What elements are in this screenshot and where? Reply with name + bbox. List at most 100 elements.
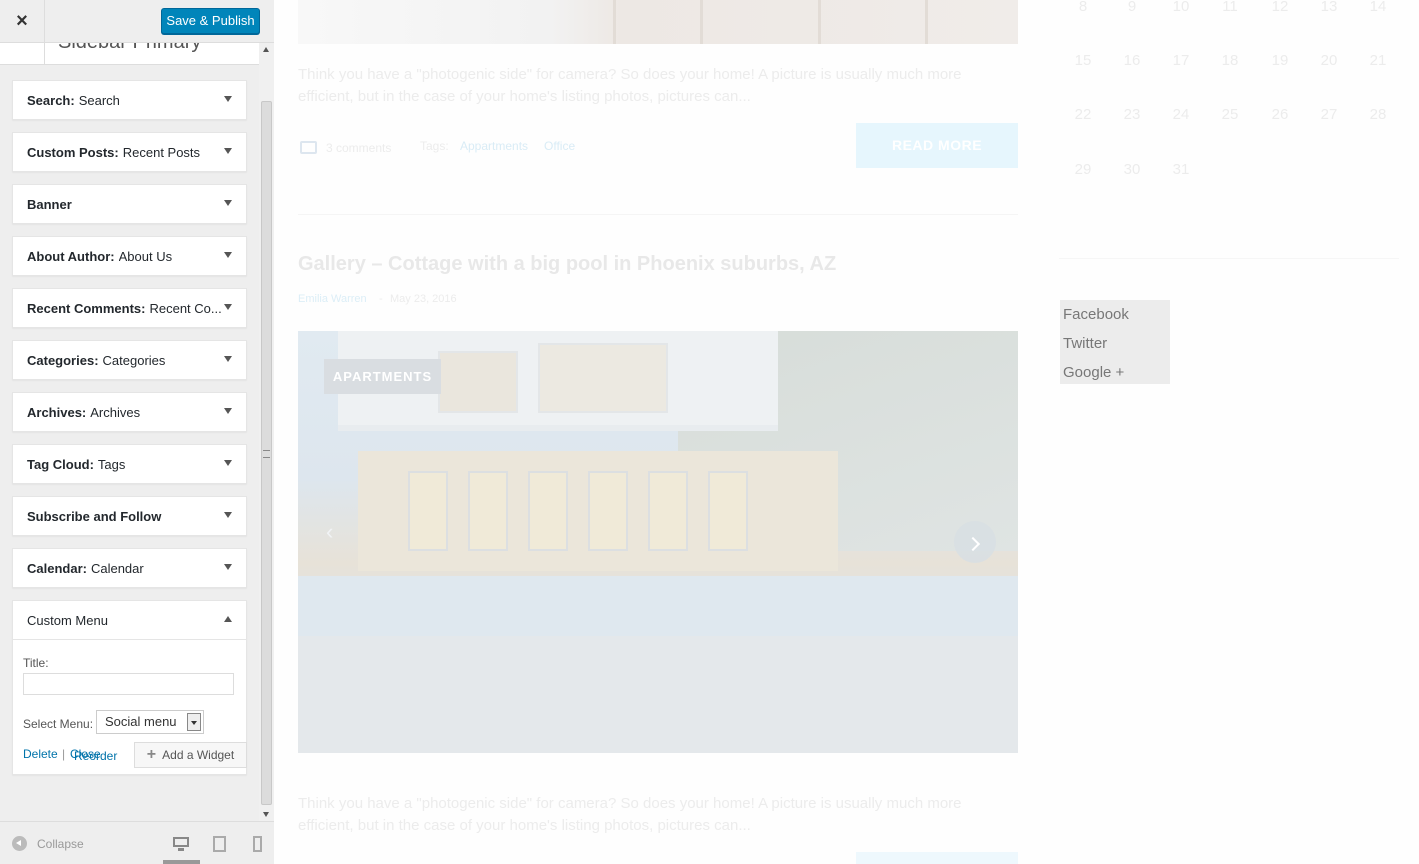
calendar-day[interactable]: 21 <box>1357 41 1399 81</box>
expand-arrow-icon[interactable] <box>224 252 232 258</box>
post-date: May 23, 2016 <box>390 293 457 305</box>
delete-link[interactable]: Delete <box>23 747 58 761</box>
comment-icon <box>300 141 317 154</box>
collapse-button[interactable]: Collapse <box>12 836 84 851</box>
chevron-left-icon[interactable]: ‹ <box>326 521 348 543</box>
expand-arrow-icon[interactable] <box>224 356 232 362</box>
calendar-day[interactable]: 28 <box>1357 95 1399 135</box>
calendar-day[interactable]: 12 <box>1259 0 1301 27</box>
widget-subscribe-follow[interactable]: Subscribe and Follow <box>12 496 247 536</box>
dropdown-arrow-icon[interactable] <box>187 713 201 731</box>
select-menu-value: Social menu <box>105 714 177 729</box>
scroll-down-icon[interactable] <box>263 812 269 817</box>
calendar-day[interactable]: 17 <box>1160 41 1202 81</box>
desktop-icon[interactable] <box>173 836 189 852</box>
expand-arrow-icon[interactable] <box>224 148 232 154</box>
meta-separator: - <box>379 293 383 305</box>
calendar-day[interactable]: 20 <box>1308 41 1350 81</box>
post-excerpt: Think you have a "photogenic side" for c… <box>298 795 962 834</box>
calendar-day[interactable]: 22 <box>1062 95 1104 135</box>
calendar-day[interactable]: 19 <box>1259 41 1301 81</box>
chair-shape <box>613 0 703 44</box>
widget-categories[interactable]: Categories: Categories <box>12 340 247 380</box>
expand-arrow-icon[interactable] <box>224 512 232 518</box>
calendar-day[interactable]: 27 <box>1308 95 1350 135</box>
post-title[interactable]: Gallery – Cottage with a big pool in Pho… <box>298 253 836 276</box>
calendar-day[interactable]: 25 <box>1209 95 1251 135</box>
comments-count[interactable]: 3 comments <box>326 141 391 155</box>
widget-title: Recent Co... <box>149 300 222 316</box>
calendar-day[interactable]: 30 <box>1111 150 1153 190</box>
widget-title: Tags <box>97 456 126 472</box>
calendar-day[interactable]: 31 <box>1160 150 1202 190</box>
reorder-link[interactable]: Reorder <box>74 749 117 763</box>
add-widget-button[interactable]: + Add a Widget <box>134 742 247 768</box>
site-preview: Think you have a "photogenic side" for c… <box>275 0 1419 864</box>
expand-arrow-icon[interactable] <box>224 408 232 414</box>
widget-title: Archives <box>90 404 141 420</box>
read-more-button[interactable] <box>856 852 1018 864</box>
scroll-up-icon[interactable] <box>263 47 269 52</box>
scrollbar-thumb[interactable] <box>261 101 272 805</box>
widget-about-author[interactable]: About Author: About Us <box>12 236 247 276</box>
scrollbar[interactable] <box>259 43 274 821</box>
chevron-right-icon[interactable] <box>954 521 996 563</box>
collapse-label: Collapse <box>37 836 84 851</box>
calendar-day[interactable]: 13 <box>1308 0 1350 27</box>
social-link-facebook[interactable]: Facebook <box>1063 300 1167 329</box>
save-publish-button[interactable]: Save & Publish <box>161 8 260 34</box>
calendar-day[interactable]: 16 <box>1111 41 1153 81</box>
calendar-day[interactable]: 9 <box>1111 0 1153 27</box>
calendar-day[interactable]: 14 <box>1357 0 1399 27</box>
expand-arrow-icon[interactable] <box>224 200 232 206</box>
calendar-day[interactable]: 15 <box>1062 41 1104 81</box>
social-link-twitter[interactable]: Twitter <box>1063 329 1167 358</box>
tag-link[interactable]: Appartments <box>460 139 528 153</box>
divider <box>1059 258 1399 259</box>
section-title: Sidebar Primary <box>58 43 201 54</box>
widget-recent-comments[interactable]: Recent Comments: Recent Co... <box>12 288 247 328</box>
calendar-day[interactable]: 10 <box>1160 0 1202 27</box>
expand-arrow-icon[interactable] <box>224 96 232 102</box>
post-author[interactable]: Emilia Warren <box>298 293 367 305</box>
tablet-icon[interactable] <box>212 836 228 852</box>
widget-search[interactable]: Search: Search <box>12 80 247 120</box>
calendar-day[interactable]: 24 <box>1160 95 1202 135</box>
calendar-day[interactable]: 26 <box>1259 95 1301 135</box>
expand-arrow-icon[interactable] <box>224 304 232 310</box>
social-link-google-plus[interactable]: Google + <box>1063 358 1167 387</box>
close-icon[interactable]: × <box>0 0 45 43</box>
widget-custom-menu-header[interactable]: Custom Menu <box>13 601 246 639</box>
window-shape <box>708 471 748 551</box>
calendar-day[interactable]: 29 <box>1062 150 1104 190</box>
calendar-day[interactable]: 18 <box>1209 41 1251 81</box>
collapse-arrow-icon[interactable] <box>224 616 232 622</box>
back-button[interactable] <box>0 43 45 64</box>
widget-custom-posts[interactable]: Custom Posts: Recent Posts <box>12 132 247 172</box>
expand-arrow-icon[interactable] <box>224 460 232 466</box>
window-shape <box>538 343 668 413</box>
widget-calendar[interactable]: Calendar: Calendar <box>12 548 247 588</box>
mobile-icon[interactable] <box>251 836 267 852</box>
title-input[interactable] <box>23 673 234 695</box>
widget-archives[interactable]: Archives: Archives <box>12 392 247 432</box>
chair-shape <box>818 0 928 44</box>
category-badge[interactable]: APARTMENTS <box>324 359 441 394</box>
window-shape <box>528 471 568 551</box>
calendar-day[interactable]: 8 <box>1062 0 1104 27</box>
active-device-indicator <box>163 860 200 864</box>
customizer-panel: × Save & Publish Sidebar Primary Search:… <box>0 0 274 864</box>
calendar-day[interactable]: 11 <box>1209 0 1251 27</box>
widget-tag-cloud[interactable]: Tag Cloud: Tags <box>12 444 247 484</box>
calendar-row: 22 23 24 25 26 27 28 <box>1059 95 1409 135</box>
widget-name: Custom Posts: <box>27 144 119 160</box>
widget-name: Custom Menu <box>27 612 108 628</box>
read-more-button[interactable]: READ MORE <box>856 123 1018 168</box>
tag-link[interactable]: Office <box>544 139 575 153</box>
calendar-day[interactable]: 23 <box>1111 95 1153 135</box>
widget-banner[interactable]: Banner <box>12 184 247 224</box>
expand-arrow-icon[interactable] <box>224 564 232 570</box>
select-menu-dropdown[interactable]: Social menu <box>96 710 204 734</box>
gallery-image-pool <box>298 576 1018 636</box>
widget-title: Categories <box>102 352 166 368</box>
